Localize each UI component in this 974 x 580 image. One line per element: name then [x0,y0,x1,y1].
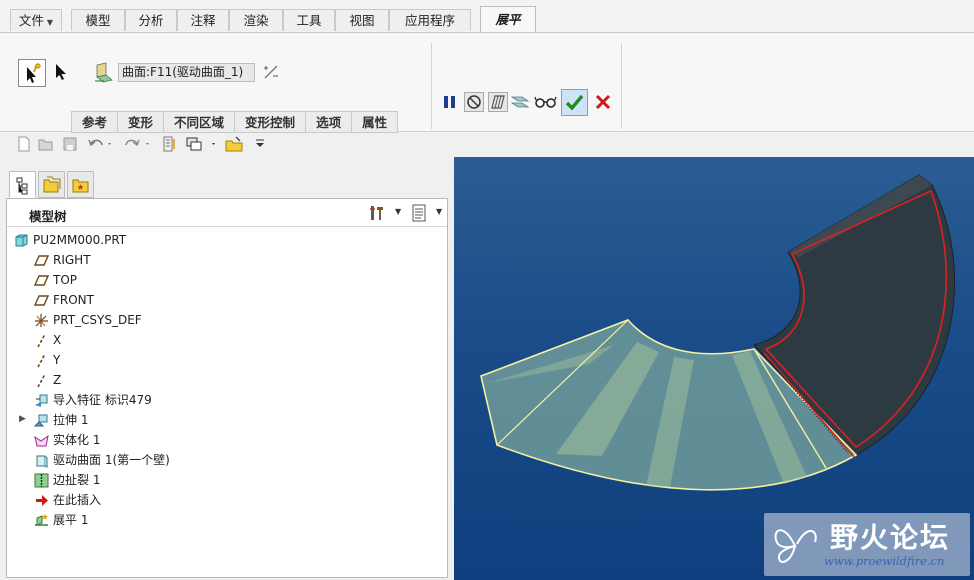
tab-applications[interactable]: 应用程序 [389,9,471,31]
tab-file[interactable]: 文件 ▼ [10,9,62,31]
forum-watermark: 野火论坛 www.proewildfire.cn [764,513,970,576]
datum-plane-icon [34,255,49,266]
watermark-url: www.proewildfire.cn [824,554,945,568]
subtab-deformation-control[interactable]: 变形控制 [234,111,306,133]
ribbon-tab-bar: 文件 ▼ 模型 分析 注释 渲染 工具 视图 应用程序 展平 [0,0,974,32]
windows-icon [186,137,215,151]
tree-icon [16,177,28,195]
tab-analysis[interactable]: 分析 [125,9,177,31]
favorites-folder-icon [72,179,89,193]
navigator-panel: 模型树 ▼ ▼ PU2MM000.PRT RIGHT TOP FRONT PRT… [0,157,454,580]
regenerate-icon [163,136,175,152]
select-arrow-button[interactable] [52,61,70,83]
solidify-icon [34,434,49,447]
new-button[interactable] [16,136,32,152]
favorites-tab[interactable] [67,171,94,198]
watermark-title: 野火论坛 [830,521,951,554]
chevron-down-icon[interactable]: ▼ [395,207,401,216]
tab-render[interactable]: 渲染 [229,9,283,31]
model-tree-tab[interactable] [9,171,36,198]
no-preview-icon [467,95,481,109]
subtab-options[interactable]: 选项 [305,111,352,133]
folder-close-icon [225,136,243,152]
datum-axis-icon [37,333,46,348]
datum-axis-icon [37,373,46,388]
butterfly-logo-icon [774,529,817,563]
driving-surface-icon [36,455,48,468]
dashboard-subtabs: 参考 变形 不同区域 变形控制 选项 属性 [71,111,399,133]
open-button[interactable] [38,136,54,152]
flat-preview-icon [510,96,530,108]
folder-icon [43,176,61,193]
flip-direction-icon[interactable] [262,63,280,81]
part-icon [15,234,28,247]
customize-toolbar-button[interactable] [254,136,266,152]
flatten-icon [35,514,48,526]
model-tree-title: 模型树 [29,209,67,224]
tab-annotate[interactable]: 注释 [177,9,229,31]
datum-axis-icon [37,353,46,368]
regenerate-button[interactable] [162,136,178,152]
origin-point-icon [27,63,41,83]
save-icon [63,137,77,151]
chevron-down-icon [256,139,264,147]
new-file-icon [18,136,30,152]
subtab-references[interactable]: 参考 [71,111,118,133]
extrude-icon [34,414,48,427]
tree-settings-button[interactable] [368,204,386,222]
chevron-down-icon[interactable]: ▼ [436,207,442,216]
save-button[interactable] [62,136,78,152]
datum-plane-icon [34,295,49,306]
flatten-dashboard: 曲面:F11(驱动曲面_1) 参考 变形 不同区域 变形控制 选项 属性 [0,32,974,133]
pause-icon [444,96,455,108]
checkmark-icon [565,94,584,111]
folder-browser-tab[interactable] [38,171,65,198]
close-window-button[interactable] [224,136,244,152]
chevron-down-icon: ▼ [46,18,54,27]
cancel-button[interactable] [593,92,613,112]
subtab-different-regions[interactable]: 不同区域 [163,111,235,133]
windows-button[interactable] [186,136,220,152]
tab-view[interactable]: 视图 [335,9,389,31]
close-icon [595,94,611,110]
verify-preview-button[interactable] [534,92,558,112]
select-origin-button[interactable] [18,59,46,87]
import-feature-icon [35,394,48,407]
quick-access-toolbar [0,133,454,157]
attached-preview-button[interactable] [488,92,508,112]
model-tree-header: 模型树 ▼ ▼ [7,199,447,227]
undo-icon [88,139,111,147]
undo-button[interactable] [88,136,114,152]
edge-rip-icon [34,473,49,488]
ok-button[interactable] [561,89,588,116]
tab-flatten[interactable]: 展平 [480,6,536,32]
list-icon [412,204,426,222]
detached-preview-button[interactable] [510,92,530,112]
pause-button[interactable] [440,92,460,112]
model-tree: 模型树 ▼ ▼ PU2MM000.PRT RIGHT TOP FRONT PRT… [6,198,448,578]
group-divider [431,43,432,129]
redo-button[interactable] [124,136,158,152]
csys-icon [35,314,48,327]
no-preview-button[interactable] [464,92,484,112]
subtab-properties[interactable]: 属性 [351,111,399,133]
subtab-deformation[interactable]: 变形 [117,111,164,133]
insert-here-icon [36,495,48,506]
glasses-icon [534,96,557,108]
datum-plane-icon [34,275,49,286]
tools-icon [370,206,383,220]
group-divider [621,43,622,129]
expand-arrow-icon[interactable]: ▶ [19,414,26,424]
surface-collector-field[interactable]: 曲面:F11(驱动曲面_1) [118,63,255,82]
preview-geometry-icon [491,95,505,109]
tab-model[interactable]: 模型 [71,9,125,31]
tab-tools[interactable]: 工具 [283,9,335,31]
redo-icon [125,139,149,147]
tree-show-button[interactable] [410,204,428,222]
open-folder-icon [38,139,53,151]
cursor-arrow-icon [56,64,66,80]
surface-collector-icon [94,61,114,83]
